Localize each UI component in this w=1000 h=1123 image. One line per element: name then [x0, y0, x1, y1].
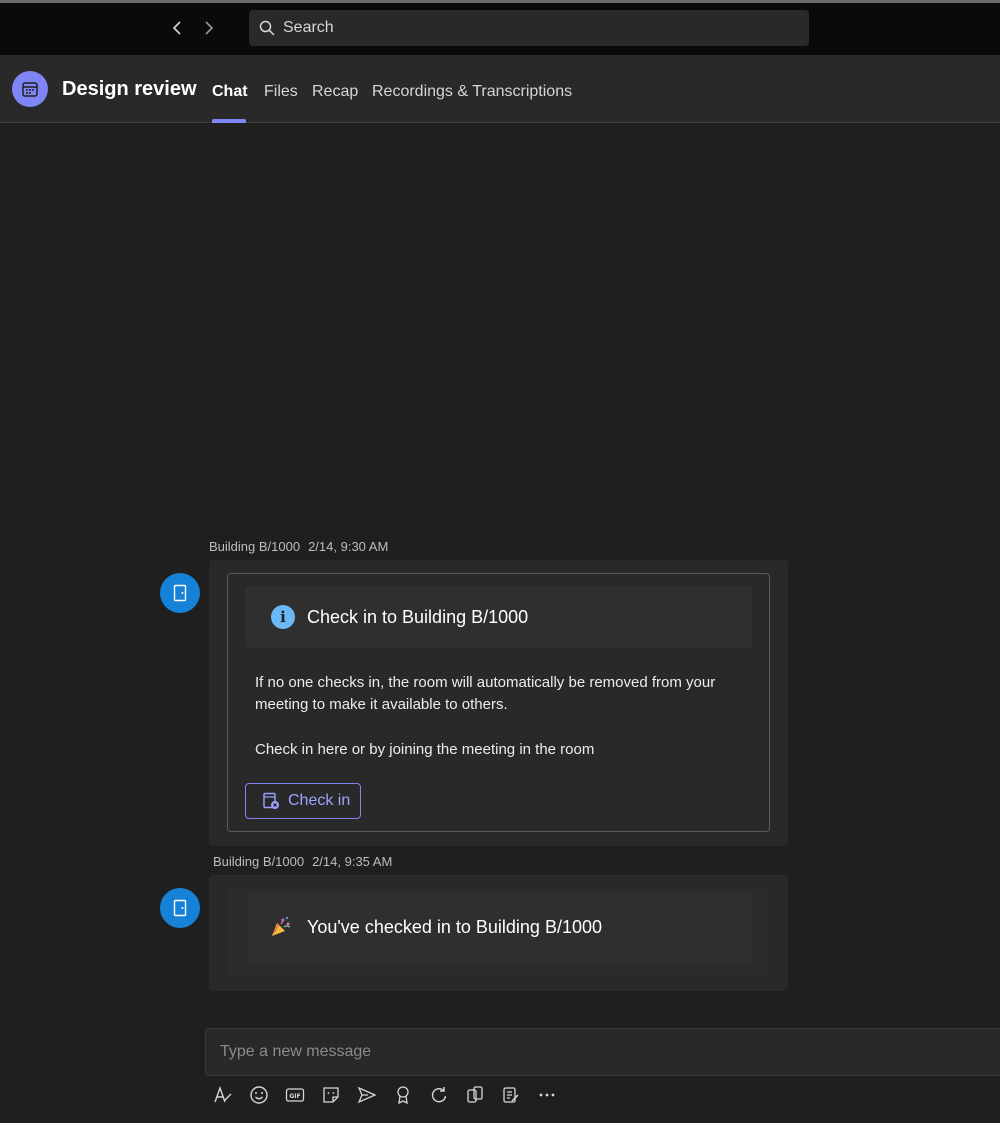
check-in-button[interactable]: Check in [245, 783, 361, 819]
loop-button[interactable] [421, 1080, 457, 1110]
party-popper-icon [272, 917, 291, 936]
format-button[interactable] [205, 1080, 241, 1110]
emoji-icon [250, 1086, 268, 1104]
praise-button[interactable] [385, 1080, 421, 1110]
active-tab-indicator [212, 119, 246, 123]
message-meta: Building B/1000 2/14, 9:30 AM [209, 539, 388, 554]
more-icon [539, 1093, 555, 1097]
send-schedule-icon [357, 1086, 377, 1104]
tab-chat[interactable]: Chat [212, 83, 248, 101]
tab-recordings[interactable]: Recordings & Transcriptions [372, 83, 572, 101]
calendar-icon [12, 71, 48, 107]
card-title: Check in to Building B/1000 [307, 606, 529, 627]
approvals-icon [503, 1087, 519, 1103]
timestamp: 2/14, 9:30 AM [308, 539, 389, 554]
title-bar: Search [0, 0, 1000, 55]
gif-icon: GIF [285, 1088, 305, 1102]
format-icon [214, 1085, 232, 1103]
more-options-button[interactable] [529, 1080, 565, 1110]
tab-files[interactable]: Files [264, 83, 298, 101]
approvals-button[interactable] [493, 1080, 529, 1110]
check-in-label: Check in [288, 792, 351, 809]
sender-name: Building B/1000 [209, 539, 301, 554]
room-checkin-icon [263, 792, 279, 809]
emoji-button[interactable] [241, 1080, 277, 1110]
forward-button[interactable] [197, 16, 221, 40]
schedule-send-button[interactable] [349, 1080, 385, 1110]
compose-toolbar: GIF [205, 1080, 565, 1110]
apps-icon [467, 1086, 483, 1103]
message-meta: Building B/1000 2/14, 9:35 AM [213, 854, 392, 869]
message-compose-box[interactable]: Type a new message [205, 1028, 1000, 1076]
card-header: i Check in to Building B/1000 [245, 586, 752, 648]
door-icon [173, 899, 187, 917]
chevron-left-icon [172, 21, 181, 35]
info-icon: i [271, 605, 295, 629]
card-body-text: If no one checks in, the room will autom… [255, 674, 716, 713]
compose-placeholder: Type a new message [220, 1043, 372, 1060]
tab-recap[interactable]: Recap [312, 83, 358, 101]
back-button[interactable] [165, 16, 189, 40]
apps-button[interactable] [457, 1080, 493, 1110]
sticker-button[interactable] [313, 1080, 349, 1110]
praise-icon [397, 1086, 409, 1105]
search-input[interactable]: Search [249, 10, 809, 46]
door-icon [173, 584, 187, 602]
card-instruction-text: Check in here or by joining the meeting … [255, 741, 595, 758]
timestamp: 2/14, 9:35 AM [312, 854, 393, 869]
search-placeholder: Search [283, 19, 334, 36]
avatar[interactable] [160, 888, 200, 928]
chevron-right-icon [205, 21, 214, 35]
sender-name: Building B/1000 [213, 854, 305, 869]
confirmation-header: You've checked in to Building B/1000 [247, 890, 753, 964]
meeting-header: Design review Chat Files Recap Recording… [0, 55, 1000, 123]
confirmation-text: You've checked in to Building B/1000 [307, 916, 602, 937]
avatar[interactable] [160, 573, 200, 613]
loop-icon [431, 1087, 447, 1103]
search-icon [259, 20, 275, 36]
page-title: Design review [62, 78, 197, 100]
gif-button[interactable]: GIF [277, 1080, 313, 1110]
sticker-icon [323, 1087, 339, 1103]
svg-text:GIF: GIF [289, 1093, 300, 1100]
